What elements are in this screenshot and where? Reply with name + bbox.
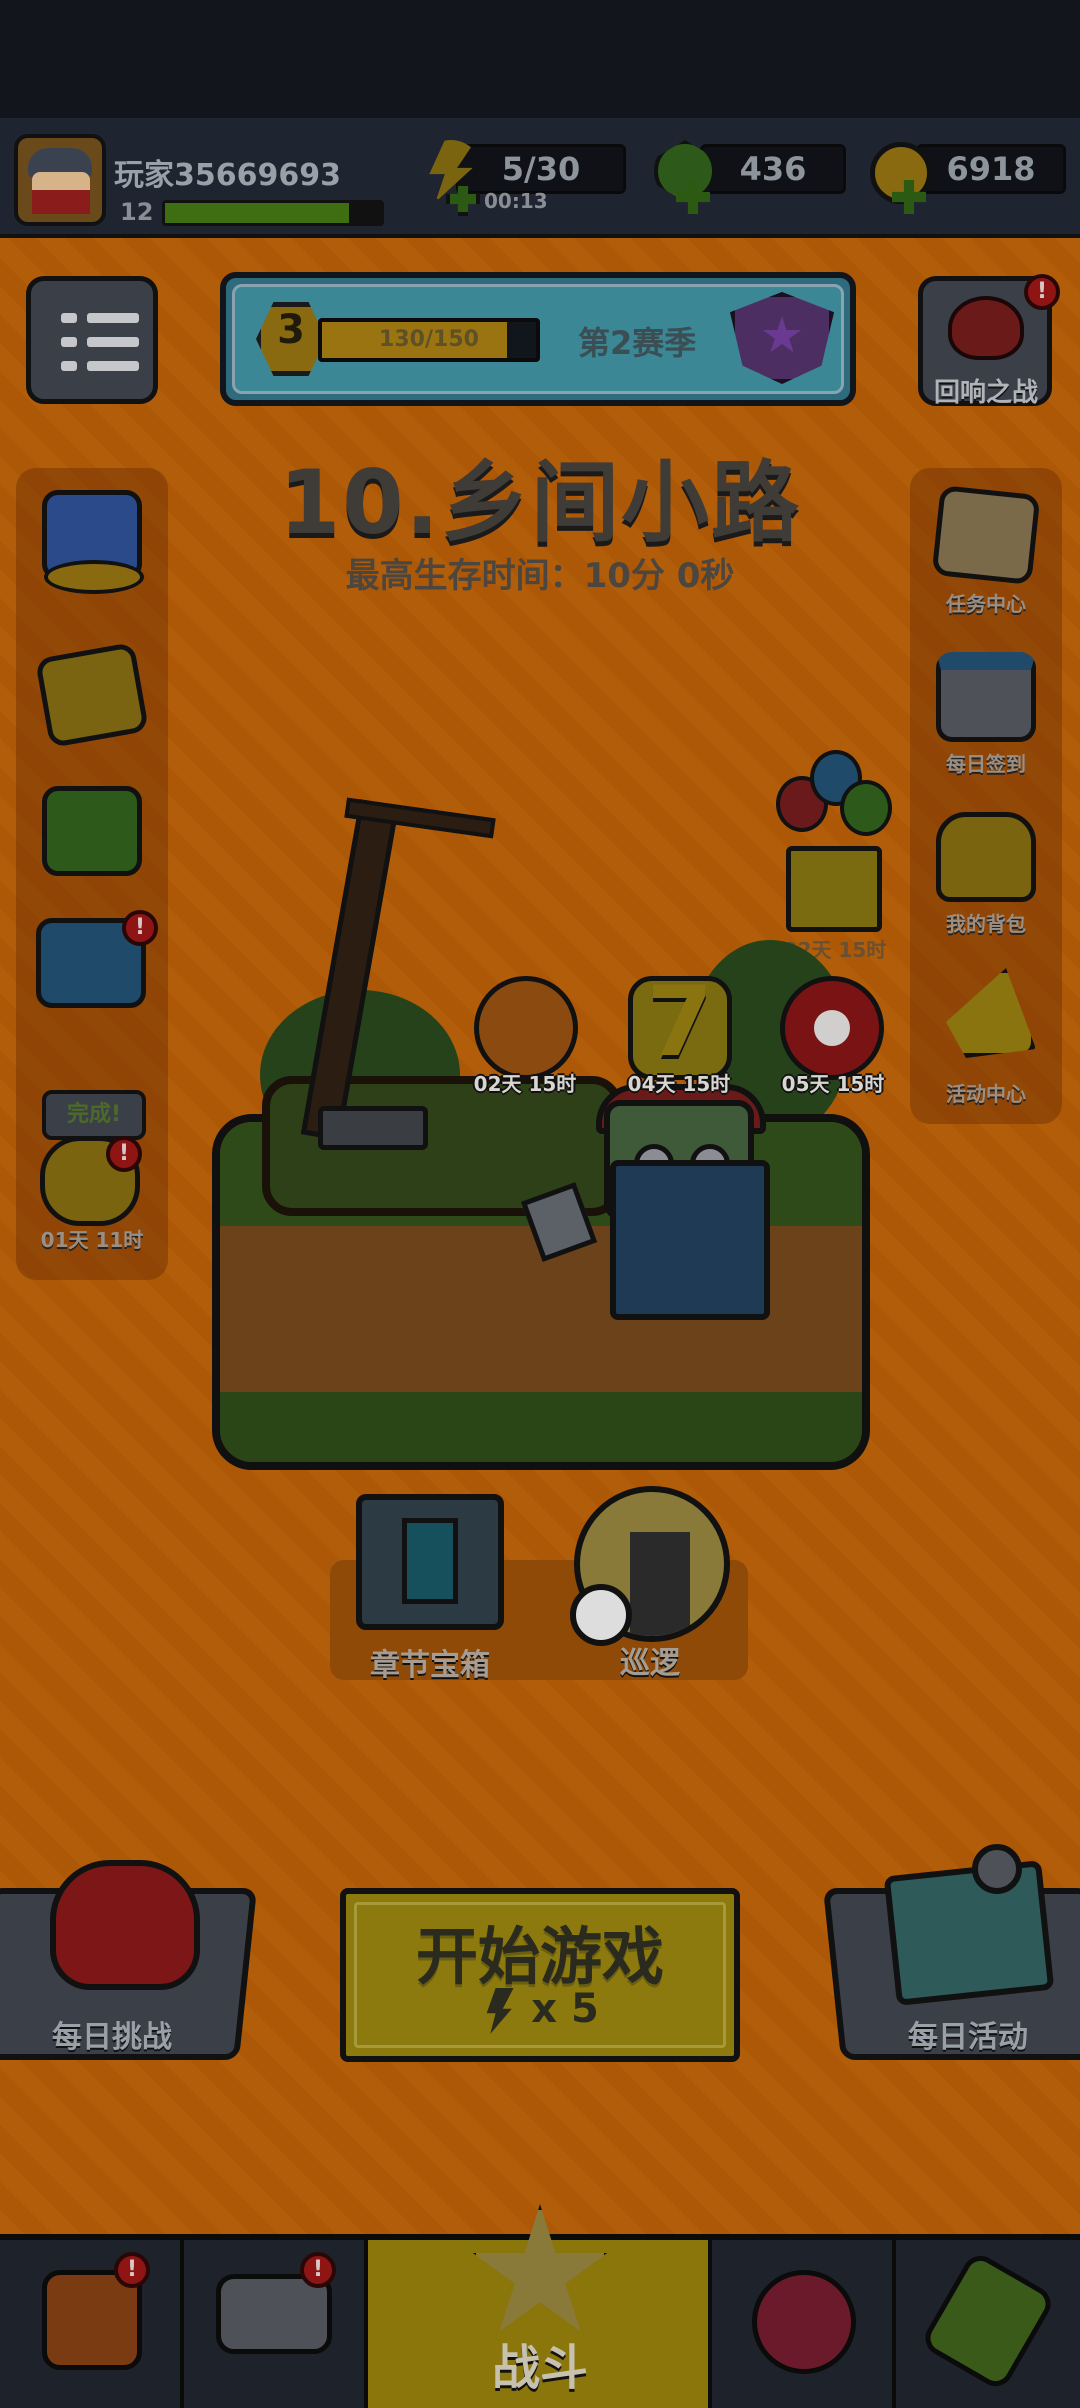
season-progress-bar: 130/150 (318, 318, 540, 362)
tab-shop[interactable] (0, 2240, 184, 2408)
talent-ball-icon (752, 2270, 856, 2374)
tab-weapons[interactable] (184, 2240, 368, 2408)
tab-talents[interactable] (712, 2240, 896, 2408)
coin-value: 6918 (946, 150, 1036, 188)
energy-timer: 00:13 (484, 189, 548, 213)
m-card-icon[interactable] (34, 642, 150, 748)
event-center-label: 活动中心 (946, 1082, 1026, 1106)
energy-value: 5/30 (501, 150, 581, 188)
alert-badge: ! (122, 910, 158, 946)
balloon-gift-icon[interactable] (786, 846, 882, 932)
calendar-check-icon[interactable] (936, 652, 1036, 742)
xp-bar-fill (165, 203, 349, 223)
patrol-building (630, 1532, 690, 1636)
status-bar (0, 0, 1080, 118)
daily-signin-label: 每日签到 (946, 752, 1026, 776)
coin-counter[interactable]: 6918 (916, 144, 1066, 194)
player-name: 玩家35669693 (114, 158, 341, 193)
zombie-body (610, 1160, 770, 1320)
alert-badge: ! (114, 2252, 150, 2288)
lightning-icon (486, 1988, 514, 2034)
map-pin-icon (972, 1844, 1022, 1894)
tab-evolution[interactable] (896, 2240, 1080, 2408)
echo-battle-label: 回响之战 (933, 378, 1038, 408)
demon-icon (948, 296, 1024, 360)
menu-dot (61, 313, 77, 323)
daily-challenge-label: 每日挑战 (52, 2020, 172, 2055)
patrol-label: 巡逻 (620, 1646, 680, 1681)
xp-bar (162, 200, 384, 226)
target-ring (806, 1002, 858, 1054)
event-timer: 05天 15时 (781, 1072, 885, 1096)
alert-badge: ! (300, 2252, 336, 2288)
event-timer: 04天 15时 (627, 1072, 731, 1096)
menu-dot (61, 337, 77, 347)
dna-evolution-icon (918, 2249, 1058, 2393)
start-game-cost: x 5 (340, 1986, 740, 2034)
season-progress-text: 130/150 (379, 327, 479, 352)
menu-line (87, 361, 139, 371)
menu-button[interactable] (26, 276, 158, 404)
chest-window (402, 1518, 458, 1604)
energy-cost: x 5 (531, 1986, 599, 2032)
player-level: 12 (120, 198, 154, 226)
map-icon (883, 1860, 1055, 2006)
scene-grass-bottom (220, 1392, 862, 1462)
backpack-icon[interactable] (936, 812, 1036, 902)
boxing-glove-icon (50, 1860, 200, 1990)
event-timer: 02天 15时 (473, 1072, 577, 1096)
season-rank: 3 (277, 307, 305, 353)
battle-tab-label: 战斗 (491, 2340, 588, 2396)
gem-value: 436 (739, 150, 807, 188)
avatar-mask (32, 190, 90, 214)
daily-activity-label: 每日活动 (908, 2020, 1028, 2055)
coin-pile-icon (44, 560, 144, 594)
season-label: 第2赛季 (578, 324, 697, 362)
task-scroll-icon[interactable] (931, 485, 1041, 585)
concrete-base (318, 1106, 428, 1150)
complete-bubble: 完成! (42, 1090, 146, 1140)
start-game-label: 开始游戏 (415, 1920, 664, 1993)
gem-counter[interactable]: 436 (700, 144, 846, 194)
alert-badge: ! (106, 1136, 142, 1172)
hero-food-event-icon[interactable] (474, 976, 578, 1080)
alert-badge: ! (1024, 274, 1060, 310)
player-avatar[interactable] (14, 134, 106, 226)
my-backpack-label: 我的背包 (946, 912, 1026, 936)
piggy-bank-timer: 01天 11时 (40, 1228, 144, 1252)
chapter-chest-label: 章节宝箱 (370, 1648, 490, 1683)
task-center-label: 任务中心 (946, 592, 1026, 616)
lucky-seven-glyph: 7 (646, 966, 714, 1078)
chapter-chest-icon[interactable] (356, 1494, 504, 1630)
gem-upgrade-icon[interactable] (42, 786, 142, 876)
balloon-green-icon (840, 780, 892, 836)
menu-line (87, 313, 139, 323)
menu-line (87, 337, 139, 347)
energy-counter[interactable]: 5/30 (456, 144, 626, 194)
menu-dot (61, 361, 77, 371)
clock-icon (570, 1584, 632, 1646)
